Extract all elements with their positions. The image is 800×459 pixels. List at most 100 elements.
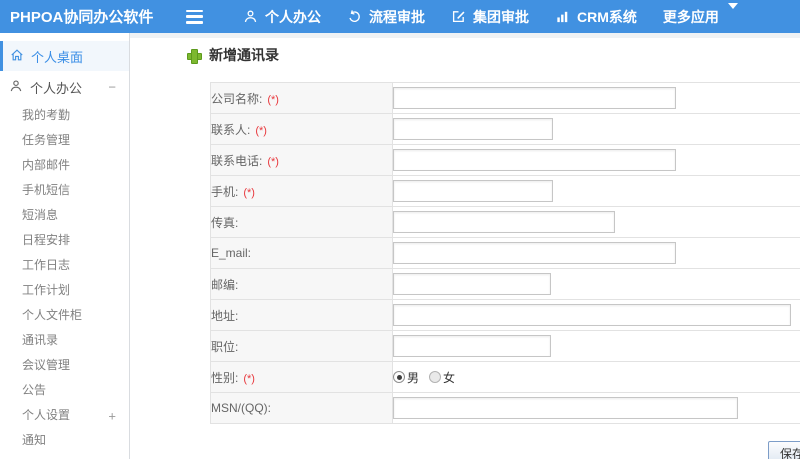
field-value-cell-company-name [392,82,800,114]
address-input[interactable] [393,304,791,326]
field-label-text: 传真: [211,215,239,230]
gender-radio-group: 男女 [393,369,800,386]
field-value-cell-position [392,330,800,362]
company-name-input[interactable] [393,87,676,109]
radio-button-icon[interactable] [429,371,442,383]
field-label-postcode: 邮编: [210,268,393,300]
field-label-email: E_mail: [210,237,393,269]
radio-button-icon[interactable] [393,371,405,383]
sidebar-item-meetings[interactable]: 会议管理 [0,353,129,378]
field-label-text: 地址: [211,308,239,323]
field-value-cell-msn-qq [392,392,800,424]
app-logo: PHPOA协同办公软件 [10,9,154,26]
field-value-cell-postcode [392,268,800,300]
sidebar-item-tasks[interactable]: 任务管理 [0,128,129,153]
form-row-msn-qq: MSN/(QQ): [210,392,800,424]
sidebar-item-label: 通知 [22,433,47,447]
sidebar-item-label: 短消息 [22,208,59,222]
nav-item-more-apps[interactable]: 更多应用 [650,0,751,33]
field-label-text: E_mail: [211,246,252,260]
user-icon [9,79,23,96]
field-label-msn-qq: MSN/(QQ): [210,392,393,424]
sidebar-item-label: 公告 [22,383,47,397]
mobile-input[interactable] [393,180,553,202]
form-row-postcode: 邮编: [210,268,800,300]
sidebar-item-contacts[interactable]: 通讯录 [0,328,129,353]
email-input[interactable] [393,242,676,264]
postcode-input[interactable] [393,273,551,295]
sidebar-item-schedule[interactable]: 日程安排 [0,228,129,253]
position-input[interactable] [393,335,551,357]
required-mark: (*) [267,155,279,168]
sidebar-item-announcements[interactable]: 公告 [0,378,129,403]
sidebar-item-label: 工作计划 [22,283,71,297]
sidebar-item-label: 通讯录 [22,333,59,347]
field-label-text: 职位: [211,339,239,354]
nav-item-crm-system[interactable]: CRM系统 [542,0,650,33]
collapse-minus-icon[interactable]: − [108,81,116,94]
field-label-text: 联系电话: [211,153,263,168]
gender-option-0[interactable]: 男 [393,369,419,386]
contact-phone-input[interactable] [393,149,676,171]
sidebar-item-work-log[interactable]: 工作日志 [0,253,129,278]
sidebar-item-label: 工作日志 [22,258,71,272]
home-icon [10,48,24,65]
field-label-mobile: 手机: (*) [210,175,393,207]
app-window: PHPOA协同办公软件 个人办公 流程审批 集团审批 CRM系统 更多应用 个人桌面 个… [0,0,800,459]
form-row-address: 地址: [210,299,800,331]
field-label-text: 邮编: [211,277,239,292]
sidebar-item-sms[interactable]: 手机短信 [0,178,129,203]
sidebar-item-file-cabinet[interactable]: 个人文件柜 [0,303,129,328]
nav-item-group-approval[interactable]: 集团审批 [438,0,542,33]
sidebar-item-office[interactable]: 个人办公 − [0,73,129,101]
nav-item-label: 流程审批 [369,8,425,25]
main-content: 新增通讯录 公司名称: (*) 联系人: (*) 联系电话: (*) 手机: (*) 传真: E_… [130,33,800,459]
sidebar-item-notices[interactable]: 通知 [0,428,129,453]
field-label-text: 公司名称: [211,91,263,106]
top-header: PHPOA协同办公软件 个人办公 流程审批 集团审批 CRM系统 更多应用 [0,0,800,33]
edit-icon [451,9,466,24]
sidebar-item-label: 个人办公 [30,80,83,96]
sidebar-submenu: 我的考勤 任务管理内部邮件手机短信短消息日程安排工作日志工作计划个人文件柜通讯录会… [0,103,129,453]
form-row-contact-person: 联系人: (*) [210,113,800,145]
sidebar-item-label: 个人设置 [22,408,71,422]
field-label-gender: 性别: (*) [210,361,393,393]
fax-input[interactable] [393,211,615,233]
field-label-company-name: 公司名称: (*) [210,82,393,114]
sidebar-item-work-plan[interactable]: 工作计划 [0,278,129,303]
field-label-text: 联系人: [211,122,251,137]
field-label-text: MSN/(QQ): [211,401,271,415]
save-button[interactable]: 保存 [768,441,800,459]
gender-option-1[interactable]: 女 [429,369,455,386]
nav-item-workflow-approval[interactable]: 流程审批 [334,0,438,33]
nav-item-personal-office[interactable]: 个人办公 [230,0,334,33]
caret-down-icon [726,2,738,25]
form-row-email: E_mail: [210,237,800,269]
field-label-position: 职位: [210,330,393,362]
form-row-position: 职位: [210,330,800,362]
form-row-gender: 性别: (*) 男女 [210,361,800,393]
hamburger-icon[interactable] [186,9,206,24]
field-label-text: 性别: [211,370,239,385]
sidebar-item-label: 会议管理 [22,358,71,372]
field-value-cell-mobile [392,175,800,207]
expand-plus-icon[interactable]: + [108,409,116,422]
radio-option-label: 男 [407,370,420,385]
sidebar-item-short-message[interactable]: 短消息 [0,203,129,228]
form-row-fax: 传真: [210,206,800,238]
sidebar-item-desktop[interactable]: 个人桌面 [0,41,129,71]
field-label-contact-phone: 联系电话: (*) [210,144,393,176]
field-label-contact-person: 联系人: (*) [210,113,393,145]
page-title-row: 新增通讯录 [187,47,800,64]
contact-form-table: 公司名称: (*) 联系人: (*) 联系电话: (*) 手机: (*) 传真: E_mail: 邮… [210,82,800,424]
sidebar-item-label: 内部邮件 [22,158,71,172]
sidebar-item-attendance[interactable]: 我的考勤 [0,103,129,128]
sidebar-item-internal-mail[interactable]: 内部邮件 [0,153,129,178]
field-value-cell-fax [392,206,800,238]
sidebar: 个人桌面 个人办公 − 我的考勤 任务管理内部邮件手机短信短消息日程安排工作日志工… [0,33,130,459]
sidebar-item-settings[interactable]: 个人设置 + [0,403,129,428]
contact-person-input[interactable] [393,118,553,140]
msn-qq-input[interactable] [393,397,738,419]
field-value-cell-gender: 男女 [392,361,800,393]
add-plus-icon [187,48,202,64]
